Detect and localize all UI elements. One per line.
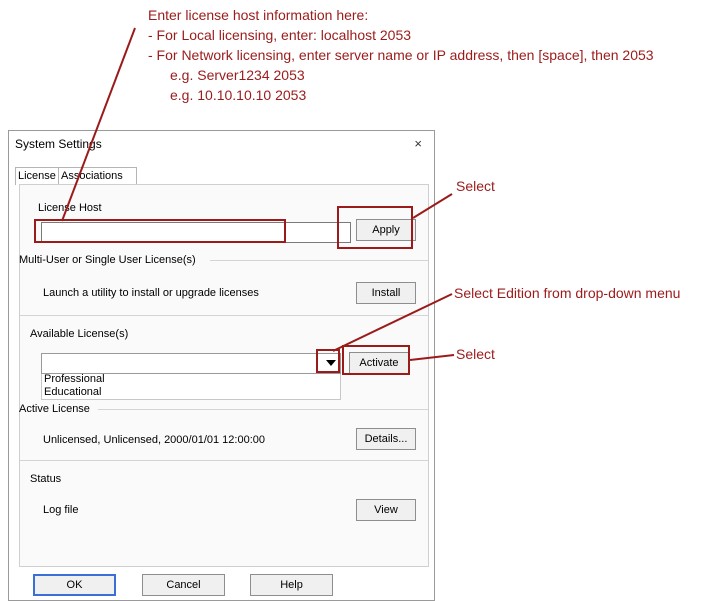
leader-line-activate	[409, 354, 455, 361]
leader-line-host	[61, 27, 136, 222]
annotation-leader-lines	[61, 27, 455, 361]
leader-line-apply	[412, 193, 453, 219]
leader-line-edition	[332, 293, 453, 352]
